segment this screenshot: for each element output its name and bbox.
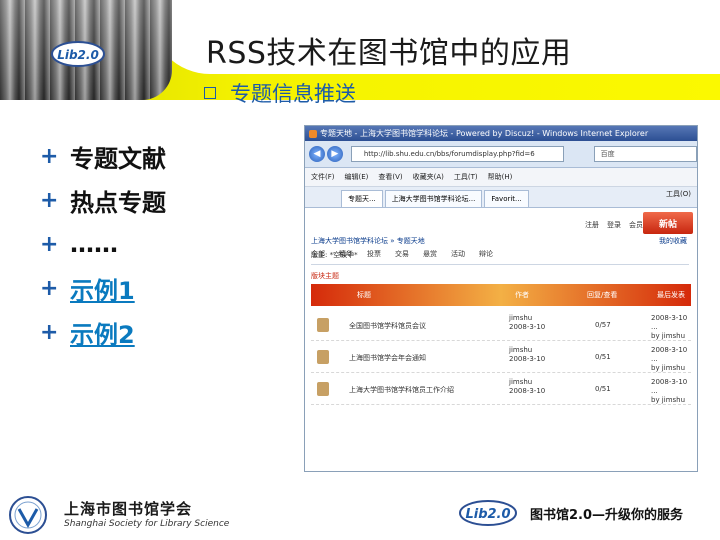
menu-favorites[interactable]: 收藏夹(A) bbox=[413, 172, 444, 182]
forum-nav-login[interactable]: 登录 bbox=[607, 220, 621, 230]
search-input[interactable]: 百度 bbox=[593, 146, 697, 162]
menu-edit[interactable]: 编辑(E) bbox=[345, 172, 369, 182]
plus-bullet-icon: + bbox=[40, 187, 59, 213]
bullet-item: + 示例2 bbox=[40, 310, 166, 354]
last-post-date: 2008-3-10 ... bbox=[651, 314, 688, 331]
thread-author: jimshu 2008-3-10 bbox=[509, 346, 545, 364]
browser-title-bar: 专题天地 - 上海大学图书馆学科论坛 - Powered by Discuz! … bbox=[305, 126, 697, 141]
lib20-logo-icon: Lib2.0 bbox=[51, 41, 105, 67]
browser-screenshot: 专题天地 - 上海大学图书馆学科论坛 - Powered by Discuz! … bbox=[304, 125, 698, 472]
bullet-item: + 热点专题 bbox=[40, 178, 166, 222]
new-post-button[interactable]: 新帖 bbox=[643, 212, 693, 234]
bullet-list: + 专题文献 + 热点专题 + …… + 示例1 + 示例2 bbox=[40, 134, 166, 354]
menu-view[interactable]: 查看(V) bbox=[378, 172, 402, 182]
author-name[interactable]: jimshu bbox=[509, 346, 532, 354]
menu-tools[interactable]: 工具(T) bbox=[454, 172, 478, 182]
society-english-name: Shanghai Society for Library Science bbox=[64, 519, 230, 529]
bullet-item: + 示例1 bbox=[40, 266, 166, 310]
filter-debate[interactable]: 辩论 bbox=[479, 249, 493, 259]
filter-trade[interactable]: 交易 bbox=[395, 249, 409, 259]
thread-author: jimshu 2008-3-10 bbox=[509, 378, 545, 396]
reply-count: 0/51 bbox=[595, 385, 611, 393]
thread-author: jimshu 2008-3-10 bbox=[509, 314, 545, 332]
slide-title: RSS技术在图书馆中的应用 bbox=[206, 36, 572, 71]
example-2-link[interactable]: 示例2 bbox=[70, 315, 135, 350]
browser-tab[interactable]: 上海大学图书馆学科论坛... bbox=[384, 190, 483, 207]
browser-menu-bar: 文件(F) 编辑(E) 查看(V) 收藏夹(A) 工具(T) 帮助(H) bbox=[305, 168, 697, 187]
slide-subtitle: 专题信息推送 bbox=[230, 82, 356, 106]
post-date: 2008-3-10 bbox=[509, 323, 546, 331]
tagline: 图书馆2.0—升级你的服务 bbox=[530, 508, 684, 523]
forum-nav-members[interactable]: 会员 bbox=[629, 220, 643, 230]
thread-subject[interactable]: 全国图书馆学科馆员会议 bbox=[349, 321, 426, 331]
post-date: 2008-3-10 bbox=[509, 387, 546, 395]
last-post-date: 2008-3-10 ... bbox=[651, 346, 688, 363]
thread-subject[interactable]: 上海大学图书馆学科馆员工作介绍 bbox=[349, 385, 454, 395]
col-subject: 标题 bbox=[357, 291, 371, 299]
browser-tab[interactable]: Favorit... bbox=[484, 190, 529, 207]
forum-nav-register[interactable]: 注册 bbox=[585, 220, 599, 230]
last-post-user[interactable]: by jimshu bbox=[651, 364, 685, 372]
bullet-text: …… bbox=[70, 230, 118, 258]
menu-file[interactable]: 文件(F) bbox=[311, 172, 335, 182]
col-last-post: 最后发表 bbox=[657, 291, 685, 299]
thread-icon bbox=[317, 318, 329, 332]
svg-text:Lib2.0: Lib2.0 bbox=[57, 48, 99, 62]
reply-count: 0/51 bbox=[595, 353, 611, 361]
forum-nav: 注册 登录 会员 搜索 帮助 bbox=[311, 208, 691, 230]
tools-menu[interactable]: 工具(O) bbox=[666, 189, 691, 199]
plus-bullet-icon: + bbox=[40, 319, 59, 345]
footer-logo-text: Lib2.0 bbox=[465, 507, 510, 522]
section-topics-label: 版块主题 bbox=[311, 272, 339, 280]
last-post-date: 2008-3-10 ... bbox=[651, 378, 688, 395]
last-post: 2008-3-10 ... by jimshu bbox=[651, 378, 691, 405]
post-date: 2008-3-10 bbox=[509, 355, 546, 363]
plus-bullet-icon: + bbox=[40, 143, 59, 169]
author-name[interactable]: jimshu bbox=[509, 378, 532, 386]
browser-tab[interactable]: 专题天... bbox=[341, 190, 383, 207]
thread-icon bbox=[317, 382, 329, 396]
url-field[interactable]: http://lib.shu.edu.cn/bbs/forumdisplay.p… bbox=[350, 146, 564, 162]
bullet-text: 热点专题 bbox=[70, 188, 166, 217]
reply-count: 0/57 bbox=[595, 321, 611, 329]
lib20-footer-logo-icon: Lib2.0 bbox=[459, 500, 517, 526]
thread-row[interactable]: 上海大学图书馆学科馆员工作介绍 jimshu 2008-3-10 0/51 200… bbox=[311, 374, 691, 405]
col-author: 作者 bbox=[515, 291, 529, 299]
bullet-text: 专题文献 bbox=[70, 144, 166, 173]
slide-subtitle-row: 专题信息推送 bbox=[204, 80, 356, 106]
bullet-item: + 专题文献 bbox=[40, 134, 166, 178]
author-name[interactable]: jimshu bbox=[509, 314, 532, 322]
menu-help[interactable]: 帮助(H) bbox=[488, 172, 513, 182]
forward-arrow-icon[interactable]: ▶ bbox=[326, 146, 343, 162]
thread-subject[interactable]: 上海图书馆学会年会通知 bbox=[349, 353, 426, 363]
society-emblem-icon bbox=[9, 496, 47, 534]
browser-window-title: 专题天地 - 上海大学图书馆学科论坛 - Powered by Discuz! … bbox=[320, 129, 649, 138]
last-post: 2008-3-10 ... by jimshu bbox=[651, 346, 691, 373]
filter-activity[interactable]: 活动 bbox=[451, 249, 465, 259]
bullet-item: + …… bbox=[40, 222, 166, 266]
back-arrow-icon[interactable]: ◀ bbox=[309, 146, 325, 162]
thread-table-header: 标题 作者 回复/查看 最后发表 bbox=[311, 284, 691, 306]
filter-all[interactable]: 全部 bbox=[311, 249, 325, 259]
browser-address-bar: ◀ ▶ http://lib.shu.edu.cn/bbs/forumdispl… bbox=[305, 141, 697, 168]
col-replies: 回复/查看 bbox=[587, 291, 618, 299]
last-post: 2008-3-10 ... by jimshu bbox=[651, 314, 691, 341]
plus-bullet-icon: + bbox=[40, 275, 59, 301]
browser-tab-strip: 专题天... 上海大学图书馆学科论坛... Favorit... 工具(O) bbox=[305, 187, 697, 208]
filter-digest[interactable]: 精华 bbox=[339, 249, 353, 259]
thread-icon bbox=[317, 350, 329, 364]
filter-poll[interactable]: 投票 bbox=[367, 249, 381, 259]
last-post-user[interactable]: by jimshu bbox=[651, 396, 685, 404]
society-name: 上海市图书馆学会 bbox=[64, 500, 193, 518]
thread-row[interactable]: 上海图书馆学会年会通知 jimshu 2008-3-10 0/51 2008-3-… bbox=[311, 342, 691, 373]
checkbox-bullet-icon bbox=[204, 87, 216, 99]
ie-icon bbox=[309, 129, 317, 138]
thread-row[interactable]: 全国图书馆学科馆员会议 jimshu 2008-3-10 0/57 2008-3-… bbox=[311, 310, 691, 341]
last-post-user[interactable]: by jimshu bbox=[651, 332, 685, 340]
example-1-link[interactable]: 示例1 bbox=[70, 271, 135, 306]
filter-reward[interactable]: 悬赏 bbox=[423, 249, 437, 259]
plus-bullet-icon: + bbox=[40, 231, 59, 257]
thread-filter-bar: 全部 精华 投票 交易 悬赏 活动 辩论 bbox=[311, 244, 689, 265]
